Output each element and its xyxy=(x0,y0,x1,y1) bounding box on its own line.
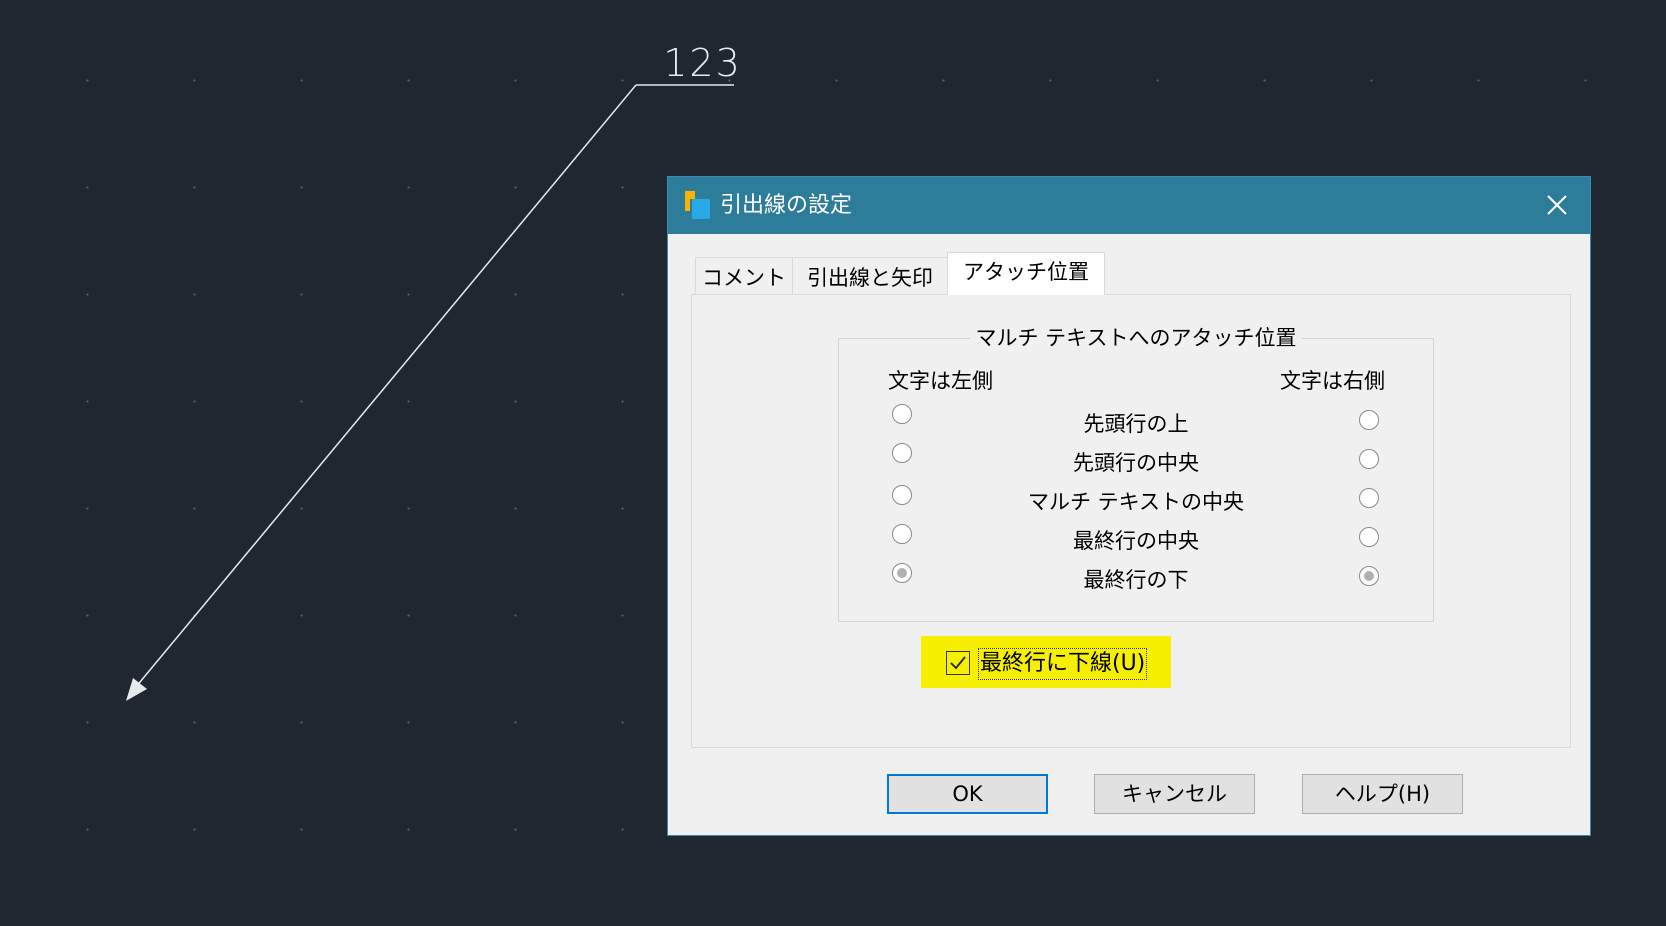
group-title: マルチ テキストへのアタッチ位置 xyxy=(839,325,1433,351)
check-icon xyxy=(950,656,966,670)
option-label: 先頭行の上 xyxy=(1083,412,1189,436)
option-row: 先頭行の中央 xyxy=(839,443,1433,475)
tab-comment[interactable]: コメント xyxy=(695,257,793,295)
checkbox-label: 最終行に下線(U) xyxy=(978,648,1148,680)
option-row: 先頭行の上 xyxy=(839,404,1433,436)
option-label: 最終行の下 xyxy=(1083,568,1189,592)
option-label: マルチ テキストの中央 xyxy=(1027,490,1245,514)
radio-left-last-line-middle[interactable] xyxy=(892,524,912,544)
radio-right-first-line-top[interactable] xyxy=(1359,410,1379,430)
radio-right-mtext-middle[interactable] xyxy=(1359,488,1379,508)
radio-right-last-line-bottom[interactable] xyxy=(1359,566,1379,586)
attach-position-group: マルチ テキストへのアタッチ位置 文字は左側 文字は右側 先頭行の上 先頭行の中… xyxy=(838,326,1434,622)
cancel-button[interactable]: キャンセル xyxy=(1094,774,1255,814)
help-button[interactable]: ヘルプ(H) xyxy=(1302,774,1463,814)
leader-annotation-text[interactable]: 123 xyxy=(655,40,750,86)
app-icon xyxy=(685,191,710,219)
option-label: 先頭行の中央 xyxy=(1073,451,1199,475)
radio-left-first-line-middle[interactable] xyxy=(892,443,912,463)
close-icon xyxy=(1547,195,1567,215)
radio-left-mtext-middle[interactable] xyxy=(892,485,912,505)
radio-left-first-line-top[interactable] xyxy=(892,404,912,424)
close-button[interactable] xyxy=(1524,177,1590,234)
radio-right-last-line-middle[interactable] xyxy=(1359,527,1379,547)
right-column-header: 文字は右側 xyxy=(1280,369,1385,393)
option-label: 最終行の中央 xyxy=(1073,529,1199,553)
option-row: 最終行の中央 xyxy=(839,524,1433,554)
checkbox-box[interactable] xyxy=(946,651,970,675)
leader-line xyxy=(134,84,637,689)
option-row: 最終行の下 xyxy=(839,563,1433,593)
leader-settings-dialog: 引出線の設定 コメント 引出線と矢印 アタッチ位置 マルチ テキストへのアタッチ… xyxy=(667,176,1591,836)
ok-button[interactable]: OK xyxy=(887,774,1048,814)
left-column-header: 文字は左側 xyxy=(888,369,993,393)
dialog-title: 引出線の設定 xyxy=(720,193,853,218)
tab-leader-and-arrow[interactable]: 引出線と矢印 xyxy=(792,257,948,295)
radio-right-first-line-middle[interactable] xyxy=(1359,449,1379,469)
option-row: マルチ テキストの中央 xyxy=(839,485,1433,515)
radio-left-last-line-bottom[interactable] xyxy=(892,563,912,583)
arrowhead-icon xyxy=(126,678,147,701)
dialog-titlebar[interactable]: 引出線の設定 xyxy=(668,177,1590,234)
tab-attach-position[interactable]: アタッチ位置 xyxy=(947,252,1105,295)
